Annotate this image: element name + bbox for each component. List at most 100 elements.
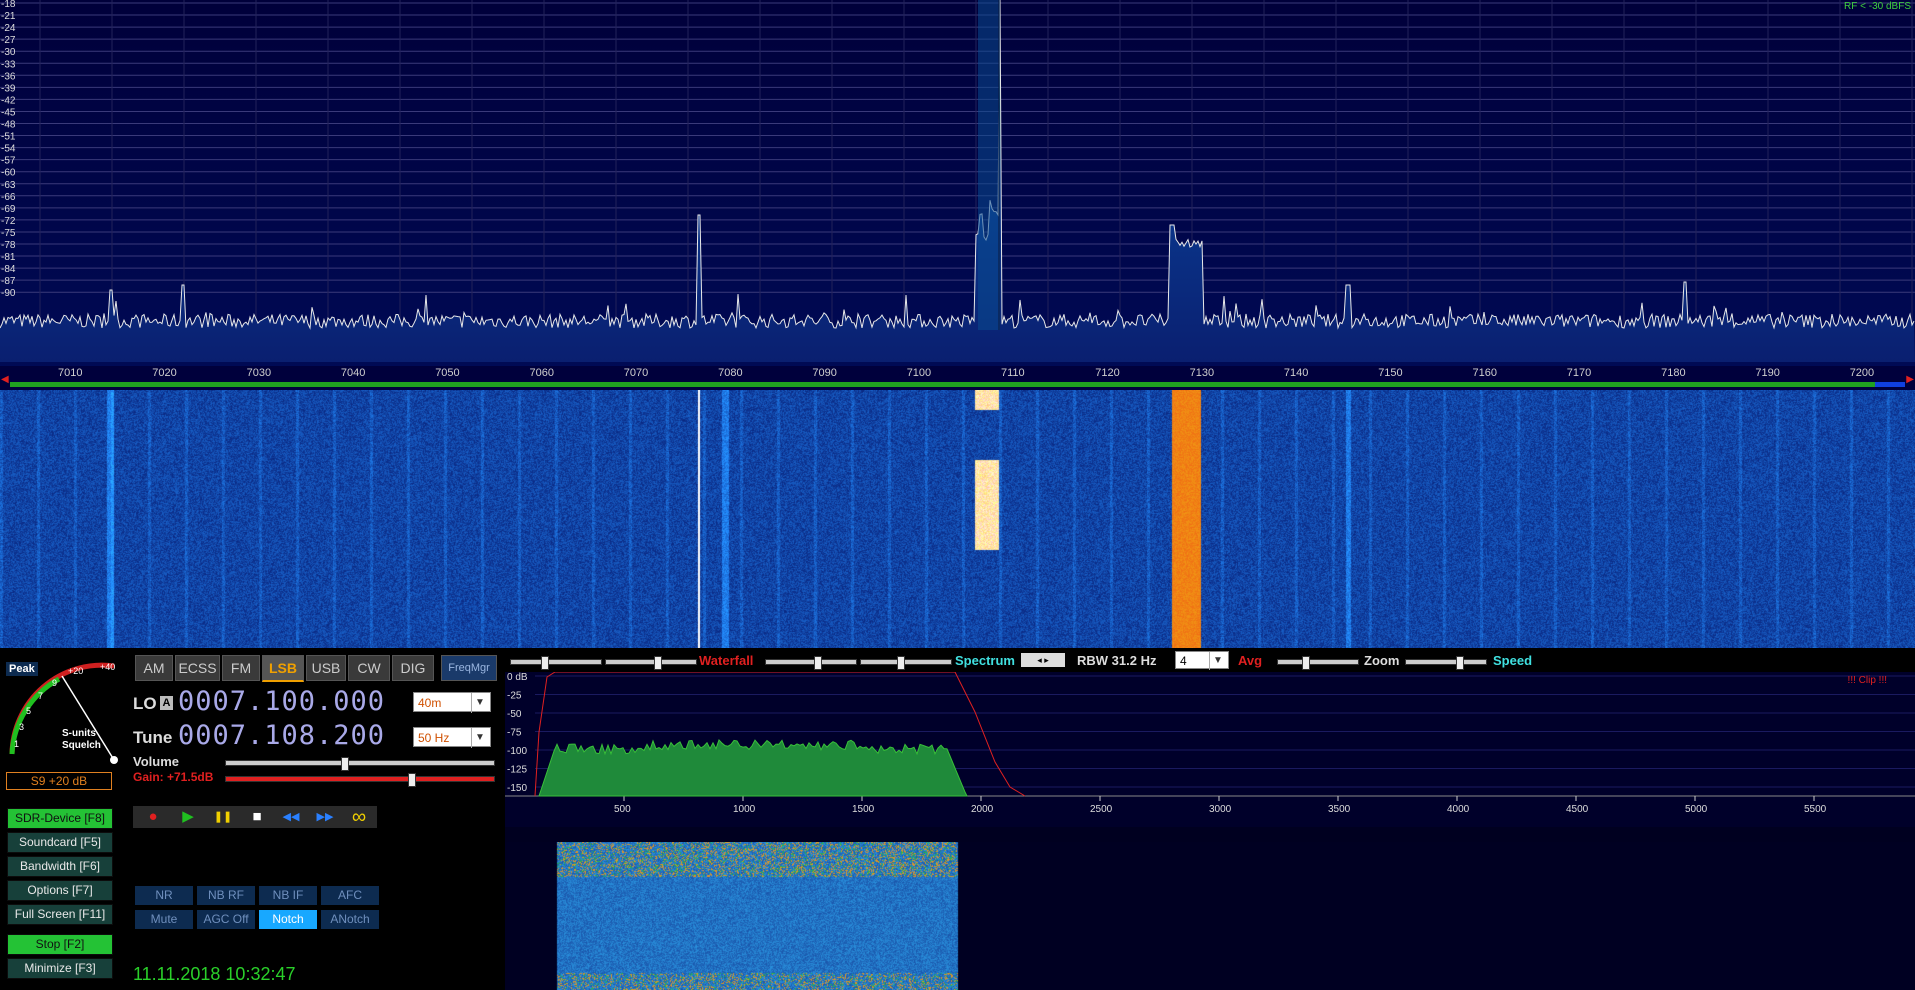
mode-ecss-button[interactable]: ECSS	[175, 655, 220, 681]
waterfall-contrast-slider[interactable]	[510, 656, 602, 670]
mode-dig-button[interactable]: DIG	[392, 655, 434, 681]
db-tick-label: -18	[1, 0, 16, 10]
fkey-stop[interactable]: Stop [F2]	[7, 934, 113, 955]
avg-select[interactable]: 4 ▼	[1175, 651, 1229, 670]
fkey-full[interactable]: Full Screen [F11]	[7, 904, 113, 925]
fkey-options[interactable]: Options [F7]	[7, 880, 113, 901]
play-icon[interactable]: ▶	[175, 806, 201, 828]
gain-slider[interactable]	[225, 773, 495, 787]
slider-knob[interactable]	[1456, 656, 1464, 670]
notch-button[interactable]: Notch	[259, 910, 317, 929]
freq-tick-label: 7200	[1849, 367, 1875, 379]
db-tick-label: -60	[1, 168, 16, 179]
volume-slider-knob[interactable]	[340, 757, 349, 771]
db-tick-label: -90	[1, 288, 16, 299]
slider-knob[interactable]	[1302, 656, 1310, 670]
slider-knob[interactable]	[897, 656, 905, 670]
rbw-stepper[interactable]: ◂ ▸	[1021, 653, 1065, 667]
db-tick-label: -78	[1, 240, 16, 251]
fkey-bandwidth[interactable]: Bandwidth [F6]	[7, 856, 113, 877]
nb-rf-button[interactable]: NB RF	[197, 886, 255, 905]
s-meter: 1 3 5 7 9 +20 +40 Peak S-units Squelch	[4, 654, 129, 764]
tune-label: Tune	[133, 728, 173, 747]
step-select[interactable]: 50 Hz ▼	[413, 727, 491, 748]
volume-slider[interactable]	[225, 757, 495, 771]
signal-reading: S9 +20 dB	[6, 772, 112, 790]
record-icon[interactable]: ●	[140, 806, 166, 828]
speed-slider[interactable]	[1405, 656, 1487, 670]
meter-scale-label: 5	[26, 706, 31, 716]
mode-am-button[interactable]: AM	[135, 655, 173, 681]
slider-knob[interactable]	[814, 656, 822, 670]
gain-slider-knob[interactable]	[407, 773, 416, 787]
mode-usb-button[interactable]: USB	[306, 655, 346, 681]
waterfall-canvas[interactable]	[0, 390, 1915, 648]
fkey-sdr-device[interactable]: SDR-Device [F8]	[7, 808, 113, 829]
audio-hz-label: 4500	[1566, 804, 1589, 815]
audio-hz-label: 1500	[852, 804, 875, 815]
avg-select-value: 4	[1180, 654, 1187, 668]
scroll-right-icon[interactable]: ▶	[1906, 374, 1914, 385]
mute-button[interactable]: Mute	[135, 910, 193, 929]
scroll-left-icon[interactable]: ◀	[1, 374, 9, 385]
clip-indicator: !!! Clip !!!	[1847, 675, 1887, 686]
rf-waterfall[interactable]	[0, 390, 1915, 648]
spectrum-brightness-slider[interactable]	[860, 656, 952, 670]
spectrum-trace	[0, 0, 1915, 330]
audio-spectrum[interactable]: 0 dB -25 -50 -75 -100 -125 -150 500 1000 1500 2000…	[505, 671, 1915, 827]
nb-if-button[interactable]: NB IF	[259, 886, 317, 905]
audio-hz-label: 2500	[1090, 804, 1113, 815]
spectrum-contrast-slider[interactable]	[765, 656, 857, 670]
tune-frequency-display[interactable]: 0007.108.200	[178, 720, 385, 751]
agc-button[interactable]: AGC Off	[197, 910, 255, 929]
zoom-slider[interactable]	[1277, 656, 1359, 670]
loop-icon[interactable]: ∞	[346, 806, 372, 828]
afc-button[interactable]: AFC	[321, 886, 379, 905]
db-tick-label: -51	[1, 132, 16, 143]
slider-knob[interactable]	[654, 656, 662, 670]
rf-spectrum-display[interactable]: -18 -21 -24 -27 -30 -33 -36 -39 -42 -45 -48 -51 -54-…	[0, 0, 1915, 370]
band-select-value: 40m	[418, 696, 442, 710]
stop-icon[interactable]: ■	[244, 806, 270, 828]
fkey-minimize[interactable]: Minimize [F3]	[7, 958, 113, 979]
forward-icon[interactable]: ▶▶	[312, 806, 338, 828]
freq-tick-label: 7120	[1095, 367, 1120, 379]
rf-level-label: RF < -30 dBFS	[1844, 1, 1911, 12]
mode-lsb-button[interactable]: LSB	[262, 655, 304, 682]
mode-cw-button[interactable]: CW	[348, 655, 390, 681]
anotch-button[interactable]: ANotch	[321, 910, 379, 929]
waterfall-brightness-slider[interactable]	[605, 656, 697, 670]
fkey-soundcard[interactable]: Soundcard [F5]	[7, 832, 113, 853]
slider-knob[interactable]	[541, 656, 549, 670]
db-tick-label: -84	[1, 264, 16, 275]
frequency-scrollbar[interactable]	[10, 382, 1905, 387]
chevron-down-icon: ▼	[1209, 652, 1226, 670]
freq-tick-label: 7190	[1755, 367, 1780, 379]
rewind-icon[interactable]: ◀◀	[278, 806, 304, 828]
meter-scale-label: 1	[14, 739, 19, 749]
db-scale: -18-21-24-27-30-33-36-39-42-45-48-51-54-…	[1, 0, 16, 299]
nr-button[interactable]: NR	[135, 886, 193, 905]
audio-db-label: -75	[507, 728, 522, 739]
db-tick-label: -21	[1, 11, 16, 22]
freq-tick-label: 7110	[1001, 367, 1025, 379]
audio-hz-label: 5000	[1685, 804, 1708, 815]
lo-frequency-display[interactable]: 0007.100.000	[178, 686, 385, 717]
pause-icon[interactable]: ❚❚	[210, 806, 236, 828]
mode-fm-button[interactable]: FM	[222, 655, 260, 681]
audio-waterfall-canvas[interactable]	[505, 842, 1915, 990]
speed-label: Speed	[1493, 653, 1533, 668]
db-tick-label: -81	[1, 252, 16, 263]
peak-button[interactable]: Peak	[6, 662, 38, 676]
audio-waterfall[interactable]	[505, 842, 1915, 990]
squelch-handle[interactable]	[110, 756, 118, 764]
avg-label: Avg	[1238, 653, 1263, 668]
db-tick-label: -42	[1, 95, 16, 106]
freq-tick-label: 7090	[812, 367, 837, 379]
band-select[interactable]: 40m ▼	[413, 692, 491, 713]
db-tick-label: -33	[1, 59, 16, 70]
freqmgr-button[interactable]: FreqMgr	[441, 655, 497, 681]
lo-vfo-badge[interactable]: A	[160, 696, 173, 710]
visible-range-indicator[interactable]	[1875, 382, 1905, 387]
freq-tick-label: 7100	[906, 367, 932, 379]
